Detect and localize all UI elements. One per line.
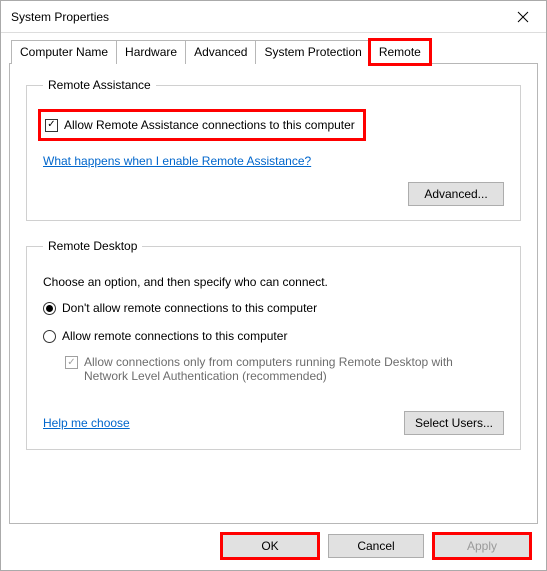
remote-assistance-legend: Remote Assistance (43, 78, 156, 92)
radio-dont-allow[interactable] (43, 302, 56, 315)
tab-remote[interactable]: Remote (370, 40, 430, 64)
titlebar: System Properties (1, 1, 546, 33)
remote-desktop-group: Remote Desktop Choose an option, and the… (26, 239, 521, 450)
remote-assistance-help-link[interactable]: What happens when I enable Remote Assist… (43, 154, 311, 168)
allow-remote-assistance-checkbox[interactable] (45, 119, 58, 132)
tab-computer-name[interactable]: Computer Name (11, 40, 117, 64)
close-icon (517, 11, 529, 23)
radio-dont-allow-label: Don't allow remote connections to this c… (62, 301, 317, 315)
nla-label: Allow connections only from computers ru… (84, 355, 484, 383)
radio-allow-label: Allow remote connections to this compute… (62, 329, 287, 343)
remote-assistance-group: Remote Assistance Allow Remote Assistanc… (26, 78, 521, 221)
system-properties-window: System Properties Computer Name Hardware… (0, 0, 547, 571)
apply-button[interactable]: Apply (434, 534, 530, 558)
radio-dont-allow-row[interactable]: Don't allow remote connections to this c… (43, 301, 504, 315)
close-button[interactable] (500, 1, 546, 33)
tab-advanced[interactable]: Advanced (185, 40, 256, 64)
help-me-choose-link[interactable]: Help me choose (43, 416, 130, 430)
remote-desktop-legend: Remote Desktop (43, 239, 142, 253)
tab-hardware[interactable]: Hardware (116, 40, 186, 64)
cancel-button[interactable]: Cancel (328, 534, 424, 558)
allow-remote-assistance-label: Allow Remote Assistance connections to t… (64, 118, 355, 132)
dialog-button-row: OK Cancel Apply (9, 524, 538, 560)
radio-allow-row[interactable]: Allow remote connections to this compute… (43, 329, 504, 343)
nla-checkbox (65, 356, 78, 369)
dialog-body: Computer Name Hardware Advanced System P… (1, 33, 546, 570)
remote-desktop-instruction: Choose an option, and then specify who c… (43, 275, 328, 289)
remote-assistance-advanced-button[interactable]: Advanced... (408, 182, 504, 206)
tabstrip: Computer Name Hardware Advanced System P… (11, 39, 538, 63)
nla-row: Allow connections only from computers ru… (65, 355, 504, 383)
radio-allow[interactable] (43, 330, 56, 343)
select-users-button[interactable]: Select Users... (404, 411, 504, 435)
window-title: System Properties (11, 10, 109, 24)
allow-remote-assistance-row[interactable]: Allow Remote Assistance connections to t… (43, 114, 361, 136)
ok-button[interactable]: OK (222, 534, 318, 558)
tab-system-protection[interactable]: System Protection (255, 40, 370, 64)
tab-panel-remote: Remote Assistance Allow Remote Assistanc… (9, 63, 538, 524)
